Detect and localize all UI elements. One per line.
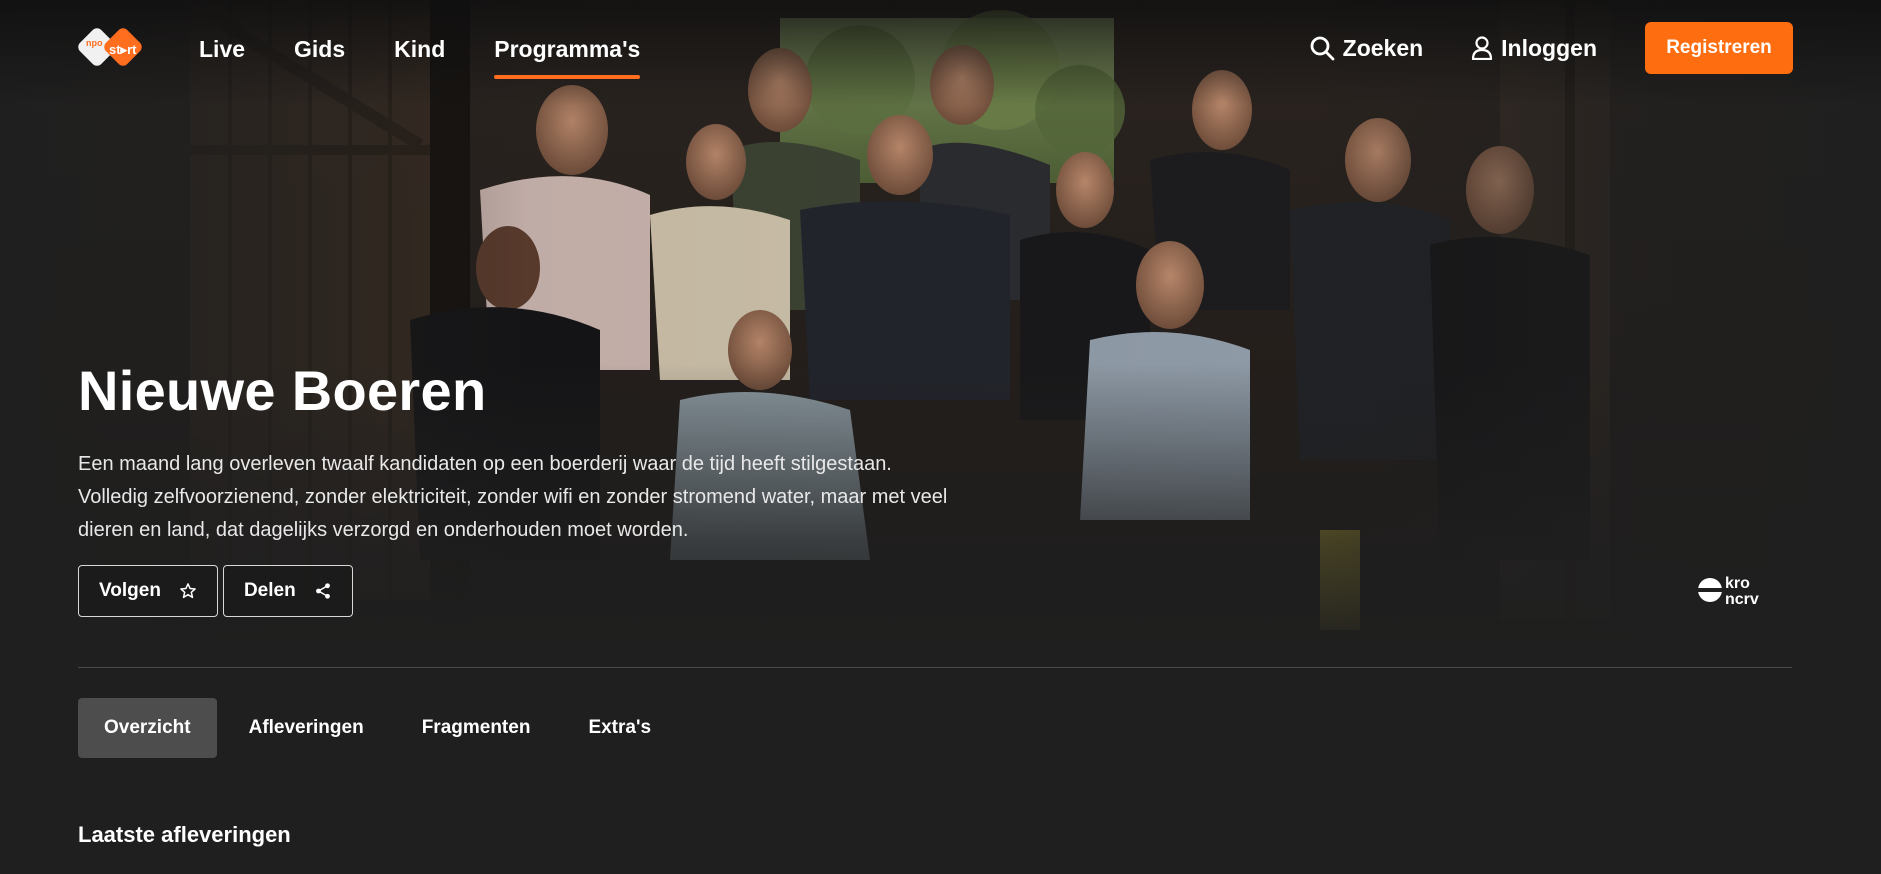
share-button[interactable]: Delen xyxy=(222,565,353,617)
nav-kind[interactable]: Kind xyxy=(394,34,445,82)
search-label: Zoeken xyxy=(1342,34,1424,61)
section-divider xyxy=(78,667,1792,668)
follow-button[interactable]: Volgen xyxy=(78,565,218,617)
header-actions: Zoeken Inloggen Registreren xyxy=(1309,22,1793,74)
tab-afleveringen[interactable]: Afleveringen xyxy=(223,698,390,758)
main-nav: Live Gids Kind Programma's xyxy=(199,34,689,82)
program-title: Nieuwe Boeren xyxy=(78,359,487,422)
broadcaster-logo: kro ncrv xyxy=(1696,570,1776,610)
nav-gids[interactable]: Gids xyxy=(294,34,345,82)
program-description: Een maand lang overleven twaalf kandidat… xyxy=(78,453,948,541)
svg-text:kro: kro xyxy=(1725,575,1750,592)
svg-text:st▸rt: st▸rt xyxy=(109,42,137,57)
search-button[interactable]: Zoeken xyxy=(1309,22,1424,74)
npo-start-logo[interactable]: st▸rt npo xyxy=(78,24,150,74)
share-label: Delen xyxy=(243,580,296,601)
kro-ncrv-logo-icon: kro ncrv xyxy=(1698,575,1759,608)
login-button[interactable]: Inloggen xyxy=(1471,22,1597,74)
register-button[interactable]: Registreren xyxy=(1645,22,1793,74)
top-header: st▸rt npo Live Gids Kind Programma's Zoe… xyxy=(0,0,1881,100)
share-icon xyxy=(315,583,330,599)
latest-episodes-heading: Laatste afleveringen xyxy=(78,822,291,847)
program-tabs: Overzicht Afleveringen Fragmenten Extra'… xyxy=(78,698,677,758)
svg-text:ncrv: ncrv xyxy=(1725,591,1759,608)
tab-extras[interactable]: Extra's xyxy=(562,698,677,758)
nav-live[interactable]: Live xyxy=(199,34,245,82)
svg-text:npo: npo xyxy=(86,38,103,48)
follow-label: Volgen xyxy=(99,580,161,601)
program-actions: Volgen Delen xyxy=(78,565,353,617)
tab-overzicht[interactable]: Overzicht xyxy=(78,698,217,758)
nav-programmas[interactable]: Programma's xyxy=(494,34,641,82)
tab-fragmenten[interactable]: Fragmenten xyxy=(396,698,557,758)
npo-start-logo-icon: st▸rt npo xyxy=(78,28,142,66)
login-label: Inloggen xyxy=(1501,34,1597,61)
user-icon xyxy=(1472,36,1493,60)
search-icon xyxy=(1310,36,1335,61)
star-icon xyxy=(180,583,196,599)
